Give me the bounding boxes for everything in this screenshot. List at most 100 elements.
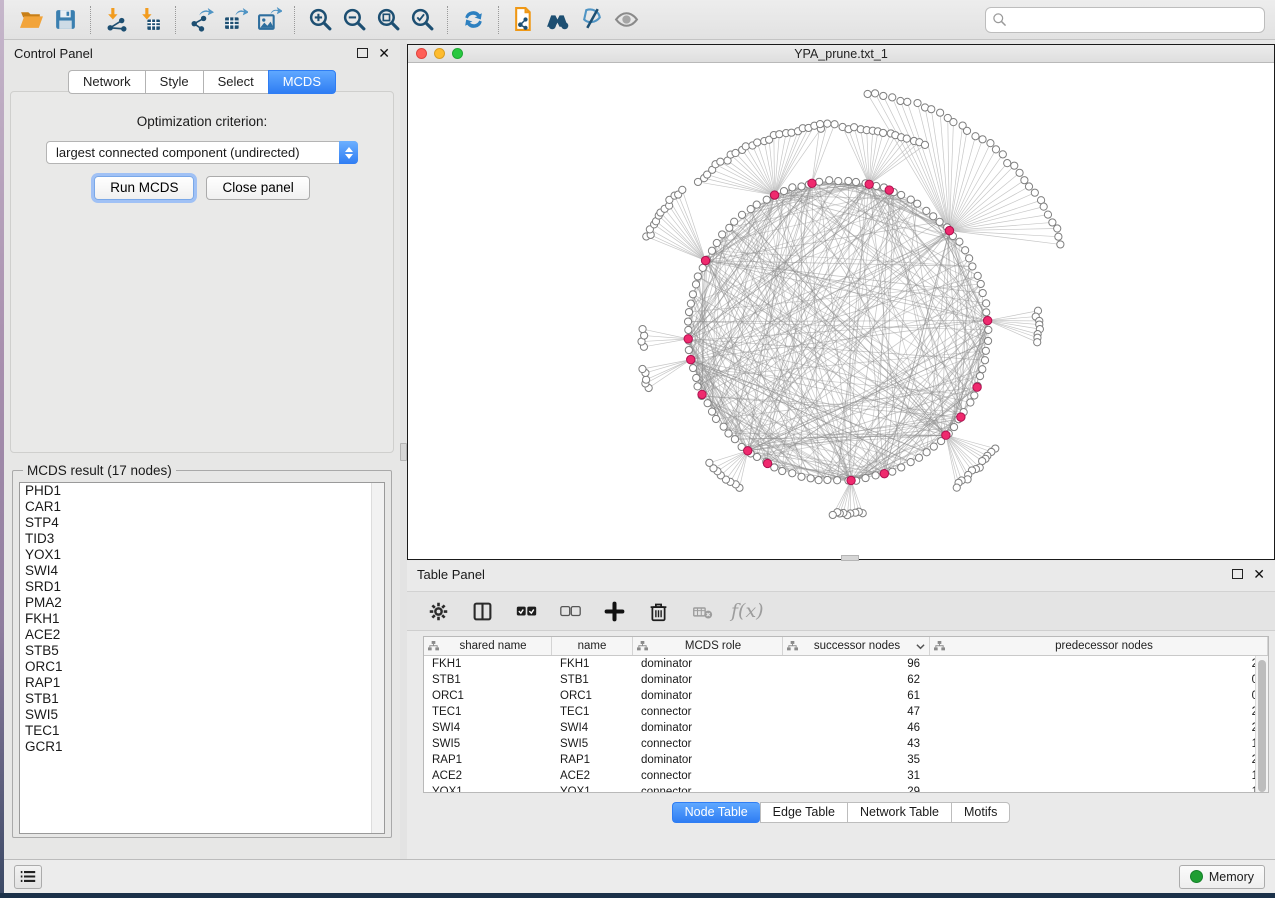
zoom-selected-button[interactable] <box>405 4 439 36</box>
mcds-node-item[interactable]: FKH1 <box>20 611 384 627</box>
run-mcds-button[interactable]: Run MCDS <box>94 176 194 200</box>
network-node[interactable] <box>816 121 823 128</box>
network-node[interactable] <box>780 187 787 194</box>
save-session-button[interactable] <box>48 4 82 36</box>
network-node[interactable] <box>999 151 1006 158</box>
deselect-all-rows-button[interactable] <box>555 596 585 626</box>
column-header-predecessor-nodes[interactable]: predecessor nodes <box>930 637 1268 655</box>
mcds-dominator-node[interactable] <box>684 335 692 343</box>
create-column-button[interactable] <box>599 596 629 626</box>
network-node[interactable] <box>976 372 983 379</box>
hide-graphics-details-button[interactable] <box>575 4 609 36</box>
network-node[interactable] <box>712 415 719 422</box>
network-node[interactable] <box>753 201 760 208</box>
network-node[interactable] <box>779 467 786 474</box>
network-node[interactable] <box>1004 160 1011 167</box>
network-node[interactable] <box>972 133 979 140</box>
network-node[interactable] <box>789 184 796 191</box>
network-node[interactable] <box>1021 177 1028 184</box>
mcds-node-item[interactable]: GCR1 <box>20 739 384 755</box>
mcds-node-item[interactable]: PMA2 <box>20 595 384 611</box>
network-node[interactable] <box>826 177 833 184</box>
search-input[interactable] <box>1012 13 1258 27</box>
table-row[interactable]: TEC1TEC1connector472 <box>424 704 1268 720</box>
memory-button[interactable]: Memory <box>1179 865 1265 889</box>
network-node[interactable] <box>979 136 986 143</box>
network-node[interactable] <box>824 476 831 483</box>
mcds-node-item[interactable]: STB1 <box>20 691 384 707</box>
network-node[interactable] <box>950 119 957 126</box>
column-header-successor-nodes[interactable]: successor nodes <box>783 637 930 655</box>
network-node[interactable] <box>816 178 823 185</box>
network-node[interactable] <box>685 308 692 315</box>
network-node[interactable] <box>871 90 878 97</box>
mcds-dominator-node[interactable] <box>847 476 855 484</box>
tab-motifs[interactable]: Motifs <box>951 802 1010 823</box>
close-panel-icon[interactable]: ✕ <box>378 48 390 58</box>
network-node[interactable] <box>907 196 914 203</box>
mcds-dominator-node[interactable] <box>701 256 709 264</box>
network-node[interactable] <box>713 239 720 246</box>
mcds-node-item[interactable]: PHD1 <box>20 483 384 499</box>
clone-network-button[interactable] <box>507 4 541 36</box>
network-window-titlebar[interactable]: YPA_prune.txt_1 <box>408 45 1274 63</box>
network-node[interactable] <box>694 273 701 280</box>
network-node[interactable] <box>915 454 922 461</box>
table-row[interactable]: RAP1RAP1dominator352 <box>424 752 1268 768</box>
mcds-dominator-node[interactable] <box>808 179 816 187</box>
network-node[interactable] <box>679 186 686 193</box>
show-graphics-details-button[interactable] <box>609 4 643 36</box>
mcds-dominator-node[interactable] <box>945 226 953 234</box>
network-node[interactable] <box>694 383 701 390</box>
mcds-node-item[interactable]: SWI5 <box>20 707 384 723</box>
network-node[interactable] <box>984 337 991 344</box>
table-row[interactable]: SWI5SWI5connector431 <box>424 736 1268 752</box>
network-node[interactable] <box>1055 233 1062 240</box>
tab-network-table[interactable]: Network Table <box>847 802 951 823</box>
network-node[interactable] <box>852 178 859 185</box>
network-node[interactable] <box>731 436 738 443</box>
network-node[interactable] <box>903 135 910 142</box>
table-settings-button[interactable] <box>423 596 453 626</box>
close-panel-icon[interactable]: ✕ <box>1253 569 1265 579</box>
network-node[interactable] <box>880 92 887 99</box>
column-header-name[interactable]: name <box>552 637 633 655</box>
zoom-in-button[interactable] <box>303 4 337 36</box>
network-canvas-svg[interactable] <box>408 63 1274 559</box>
network-node[interactable] <box>706 459 713 466</box>
refresh-view-button[interactable] <box>456 4 490 36</box>
network-node[interactable] <box>872 472 879 479</box>
horizontal-splitter-grip[interactable] <box>841 555 859 561</box>
network-node[interactable] <box>864 90 871 97</box>
show-columns-button[interactable] <box>467 596 497 626</box>
table-row[interactable]: YOX1YOX1connector291 <box>424 784 1268 793</box>
network-node[interactable] <box>974 272 981 279</box>
network-node[interactable] <box>898 191 905 198</box>
node-table[interactable]: shared namenameMCDS rolesuccessor nodesp… <box>423 636 1269 793</box>
mcds-node-item[interactable]: STP4 <box>20 515 384 531</box>
network-node[interactable] <box>845 177 852 184</box>
tab-edge-table[interactable]: Edge Table <box>760 802 847 823</box>
network-node[interactable] <box>685 346 692 353</box>
network-node[interactable] <box>642 376 649 383</box>
zoom-fit-button[interactable] <box>371 4 405 36</box>
network-node[interactable] <box>928 106 935 113</box>
network-node[interactable] <box>914 200 921 207</box>
network-node[interactable] <box>1040 203 1047 210</box>
network-node[interactable] <box>798 183 805 190</box>
table-scrollbar[interactable] <box>1255 656 1268 792</box>
mcds-node-item[interactable]: TEC1 <box>20 723 384 739</box>
network-node[interactable] <box>719 231 726 238</box>
network-node[interactable] <box>692 281 699 288</box>
network-node[interactable] <box>851 124 858 131</box>
mcds-dominator-node[interactable] <box>957 413 965 421</box>
network-node[interactable] <box>985 326 992 333</box>
network-node[interactable] <box>921 141 928 148</box>
network-node[interactable] <box>907 458 914 465</box>
network-node[interactable] <box>742 143 749 150</box>
network-node[interactable] <box>962 247 969 254</box>
network-node[interactable] <box>930 443 937 450</box>
mcds-dominator-node[interactable] <box>885 186 893 194</box>
network-node[interactable] <box>889 94 896 101</box>
network-node[interactable] <box>979 289 986 296</box>
